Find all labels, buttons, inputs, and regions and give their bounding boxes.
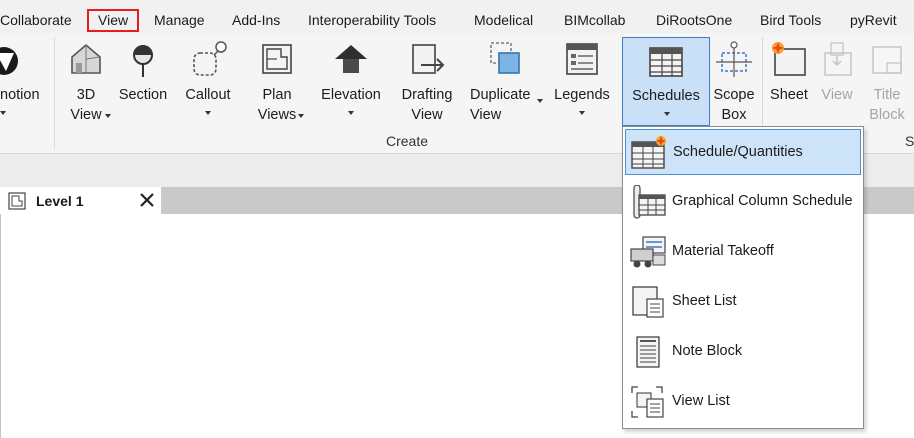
sheet-button[interactable]: Sheet	[764, 33, 814, 125]
menu-item-graphical-column-schedule[interactable]: Graphical Column Schedule	[625, 179, 861, 225]
duplicate-view-label: Duplicate View	[470, 87, 531, 123]
material-takeoff-icon	[630, 236, 666, 268]
elevation-label: Elevation	[321, 87, 381, 103]
callout-icon	[193, 41, 227, 76]
render-icon	[0, 47, 18, 75]
schedules-label: Schedules	[632, 88, 700, 104]
chevron-down-icon	[298, 114, 304, 118]
legends-icon	[566, 43, 598, 75]
menu-view[interactable]: View	[87, 9, 140, 32]
menu-add-ins[interactable]: Add-Ins	[232, 12, 280, 28]
menu-item-sheet-list[interactable]: Sheet List	[625, 279, 861, 325]
chevron-down-icon	[0, 111, 6, 115]
section-label: Section	[118, 87, 168, 103]
menu-item-label: View List	[672, 393, 730, 409]
view-label: View	[821, 87, 853, 103]
menu-item-label: Material Takeoff	[672, 243, 774, 259]
chevron-down-icon	[205, 111, 211, 115]
section-button[interactable]: Section	[114, 33, 172, 125]
legends-button[interactable]: Legends	[550, 33, 614, 125]
ribbon-partial-label: notion	[0, 87, 40, 103]
chevron-down-icon	[579, 111, 585, 115]
title-block-icon	[872, 46, 902, 74]
3d-view-button[interactable]: 3D View	[60, 33, 112, 125]
legends-label: Legends	[554, 87, 610, 103]
section-icon	[133, 45, 153, 77]
plan-views-label: Plan Views	[257, 87, 297, 123]
sheet-label: Sheet	[770, 87, 808, 103]
close-icon[interactable]	[139, 191, 155, 209]
menu-item-material-takeoff[interactable]: Material Takeoff	[625, 229, 861, 275]
chevron-down-icon	[105, 114, 111, 118]
chevron-down-icon	[664, 112, 670, 116]
scope-box-icon	[716, 41, 752, 77]
tab-level-1[interactable]: Level 1	[0, 187, 161, 214]
duplicate-view-button[interactable]: Duplicate View	[466, 33, 544, 125]
panel-label-create: Create	[386, 133, 429, 149]
panel-label-sheet-partial: S	[905, 133, 914, 149]
menu-collaborate[interactable]: Collaborate	[0, 12, 72, 28]
plan-views-icon	[262, 44, 292, 74]
tab-label: Level 1	[36, 193, 84, 209]
menu-item-label: Graphical Column Schedule	[672, 193, 853, 209]
sheet-icon	[772, 42, 806, 76]
3d-view-label: 3D View	[70, 87, 102, 123]
drafting-view-icon	[412, 44, 445, 74]
drafting-view-label: Drafting View	[401, 87, 453, 123]
menu-item-note-block[interactable]: Note Block	[625, 329, 861, 375]
callout-label: Callout	[185, 87, 231, 103]
schedule-quantities-icon	[631, 136, 666, 169]
menu-item-label: Note Block	[672, 343, 743, 359]
place-view-button[interactable]: View	[814, 33, 860, 125]
menu-bar: Collaborate View Manage Add-Ins Interope…	[0, 0, 914, 33]
scope-box-label: Scope Box	[713, 87, 755, 123]
sheet-list-icon	[632, 286, 664, 318]
menu-bird-tools[interactable]: Bird Tools	[760, 12, 821, 28]
ribbon-separator	[54, 37, 55, 149]
schedules-dropdown-menu: Schedule/Quantities Graphical Column Sch…	[622, 126, 864, 429]
menu-item-label: Sheet List	[672, 293, 737, 309]
house-3d-icon	[71, 43, 101, 74]
note-block-icon	[636, 336, 660, 368]
chevron-down-icon	[537, 99, 543, 103]
title-block-button[interactable]: Title Block	[862, 33, 912, 125]
menu-item-schedule-quantities[interactable]: Schedule/Quantities	[625, 129, 861, 175]
chevron-down-icon	[348, 111, 354, 115]
drafting-view-button[interactable]: Drafting View	[396, 33, 458, 125]
scope-box-button[interactable]: Scope Box	[710, 33, 758, 125]
plan-views-button[interactable]: Plan Views	[250, 33, 304, 125]
view-list-icon	[631, 386, 664, 418]
schedules-icon	[649, 47, 683, 77]
callout-button[interactable]: Callout	[180, 33, 236, 125]
ribbon-button-partial[interactable]: notion	[0, 33, 44, 125]
place-view-icon	[824, 42, 852, 76]
menu-bimcollab[interactable]: BIMcollab	[564, 12, 625, 28]
floor-plan-icon	[8, 192, 26, 210]
menu-dirootsone[interactable]: DiRootsOne	[656, 12, 732, 28]
menu-manage[interactable]: Manage	[154, 12, 205, 28]
menu-pyrevit[interactable]: pyRevit	[850, 12, 897, 28]
menu-interoperability-tools[interactable]: Interoperability Tools	[308, 12, 436, 28]
elevation-button[interactable]: Elevation	[316, 33, 386, 125]
menu-item-label: Schedule/Quantities	[673, 144, 803, 160]
elevation-icon	[335, 45, 367, 73]
duplicate-view-icon	[490, 42, 520, 74]
title-block-label: Title Block	[869, 87, 905, 123]
graphical-column-schedule-icon	[633, 185, 666, 219]
menu-modelical[interactable]: Modelical	[474, 12, 533, 28]
menu-item-view-list[interactable]: View List	[625, 379, 861, 425]
schedules-button[interactable]: Schedules	[622, 37, 710, 126]
